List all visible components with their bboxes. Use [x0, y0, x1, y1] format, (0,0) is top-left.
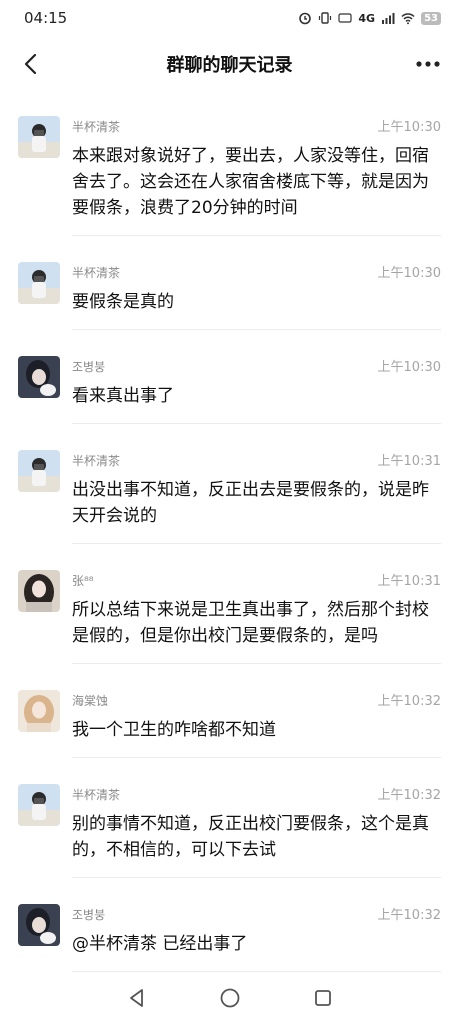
sender-name: 半杯清茶	[72, 120, 121, 134]
chat-message[interactable]: 半杯清茶 上午10:30 要假条是真的	[0, 250, 459, 344]
avatar[interactable]	[18, 784, 60, 826]
message-time: 上午10:30	[377, 120, 441, 135]
message-body: 半杯清茶 上午10:31 出没出事不知道，反正出去是要假条的，说是昨天开会说的	[72, 450, 441, 544]
message-text: @半杯清茶 已经出事了	[72, 934, 248, 954]
signal-icon	[382, 13, 395, 24]
message-time: 上午10:30	[377, 266, 441, 281]
nav-home-button[interactable]	[219, 987, 241, 1009]
avatar[interactable]	[18, 690, 60, 732]
chat-message[interactable]: 半杯清茶 上午10:31 出没出事不知道，反正出去是要假条的，说是昨天开会说的	[0, 438, 459, 558]
sender-name: 半杯清茶	[72, 788, 121, 802]
message-time: 上午10:31	[377, 454, 441, 469]
message-time: 上午10:32	[377, 908, 441, 923]
message-text: 要假条是真的	[72, 292, 174, 312]
message-time: 上午10:32	[377, 788, 441, 803]
chat-message[interactable]: 조병붕 上午10:30 看来真出事了	[0, 344, 459, 438]
message-body: 张⁸⁸ 上午10:31 所以总结下来说是卫生真出事了，然后那个封校是假的，但是你…	[72, 570, 441, 664]
page-title: 群聊的聊天记录	[166, 55, 293, 76]
avatar-girl-dark-icon	[18, 904, 60, 946]
message-body: 海棠蚀 上午10:32 我一个卫生的咋啥都不知道	[72, 690, 441, 758]
avatar[interactable]	[18, 262, 60, 304]
sender-name: 半杯清茶	[72, 266, 121, 280]
message-text: 看来真出事了	[72, 386, 174, 406]
status-bar: 04:15 4G 53	[0, 0, 459, 36]
message-text: 我一个卫生的咋啥都不知道	[72, 720, 276, 740]
avatar[interactable]	[18, 904, 60, 946]
status-time: 04:15	[24, 9, 68, 27]
sender-name: 조병붕	[72, 360, 106, 374]
avatar-boy-camera-icon	[18, 262, 60, 304]
message-body: 조병붕 上午10:32 @半杯清茶 已经出事了	[72, 904, 441, 972]
chat-message[interactable]: 张⁸⁸ 上午10:31 所以总结下来说是卫生真出事了，然后那个封校是假的，但是你…	[0, 558, 459, 678]
avatar-boy-camera-icon	[18, 116, 60, 158]
nav-back-button[interactable]	[126, 987, 148, 1009]
status-icons: 4G 53	[298, 11, 441, 25]
chevron-left-icon	[24, 53, 37, 75]
avatar-girl-long-icon	[18, 570, 60, 612]
chat-record-list[interactable]: 半杯清茶 上午10:30 本来跟对象说好了，要出去，人家没等住，回宿舍去了。这会…	[0, 104, 459, 986]
alarm-icon	[299, 12, 312, 25]
avatar[interactable]	[18, 356, 60, 398]
more-button[interactable]	[413, 49, 443, 79]
sender-name: 半杯清茶	[72, 454, 121, 468]
message-time: 上午10:32	[377, 694, 441, 709]
battery-icon: 53	[421, 11, 441, 25]
network-label: 4G	[358, 11, 376, 25]
sender-name: 조병붕	[72, 908, 106, 922]
avatar[interactable]	[18, 570, 60, 612]
hd-icon	[338, 13, 352, 23]
avatar-girl-dark-icon	[18, 356, 60, 398]
avatar[interactable]	[18, 450, 60, 492]
message-body: 半杯清茶 上午10:30 本来跟对象说好了，要出去，人家没等住，回宿舍去了。这会…	[72, 116, 441, 236]
avatar[interactable]	[18, 116, 60, 158]
message-text: 别的事情不知道，反正出校门要假条，这个是真的，不相信的，可以下去试	[72, 814, 429, 860]
message-time: 上午10:30	[377, 360, 441, 375]
more-icon	[416, 61, 440, 67]
chat-message[interactable]: 半杯清茶 上午10:30 本来跟对象说好了，要出去，人家没等住，回宿舍去了。这会…	[0, 104, 459, 250]
chat-message[interactable]: 半杯清茶 上午10:32 别的事情不知道，反正出校门要假条，这个是真的，不相信的…	[0, 772, 459, 892]
wifi-icon	[401, 13, 415, 25]
message-body: 조병붕 上午10:30 看来真出事了	[72, 356, 441, 424]
message-time: 上午10:31	[377, 574, 441, 589]
message-text: 出没出事不知道，反正出去是要假条的，说是昨天开会说的	[72, 480, 429, 526]
sender-name: 张⁸⁸	[72, 574, 94, 588]
back-button[interactable]	[16, 49, 46, 79]
message-body: 半杯清茶 上午10:32 别的事情不知道，反正出校门要假条，这个是真的，不相信的…	[72, 784, 441, 878]
message-text: 所以总结下来说是卫生真出事了，然后那个封校是假的，但是你出校门是要假条的，是吗	[72, 600, 429, 646]
message-body: 半杯清茶 上午10:30 要假条是真的	[72, 262, 441, 330]
sender-name: 海棠蚀	[72, 694, 109, 708]
avatar-boy-camera-icon	[18, 450, 60, 492]
app-bar: 群聊的聊天记录	[0, 36, 459, 92]
chat-message[interactable]: 海棠蚀 上午10:32 我一个卫生的咋啥都不知道	[0, 678, 459, 772]
avatar-girl-blonde-icon	[18, 690, 60, 732]
avatar-boy-camera-icon	[18, 784, 60, 826]
message-text: 本来跟对象说好了，要出去，人家没等住，回宿舍去了。这会还在人家宿舍楼底下等，就是…	[72, 146, 429, 218]
system-nav-bar	[0, 972, 459, 1024]
nav-recents-button[interactable]	[312, 987, 334, 1009]
vibrate-icon	[319, 12, 332, 24]
